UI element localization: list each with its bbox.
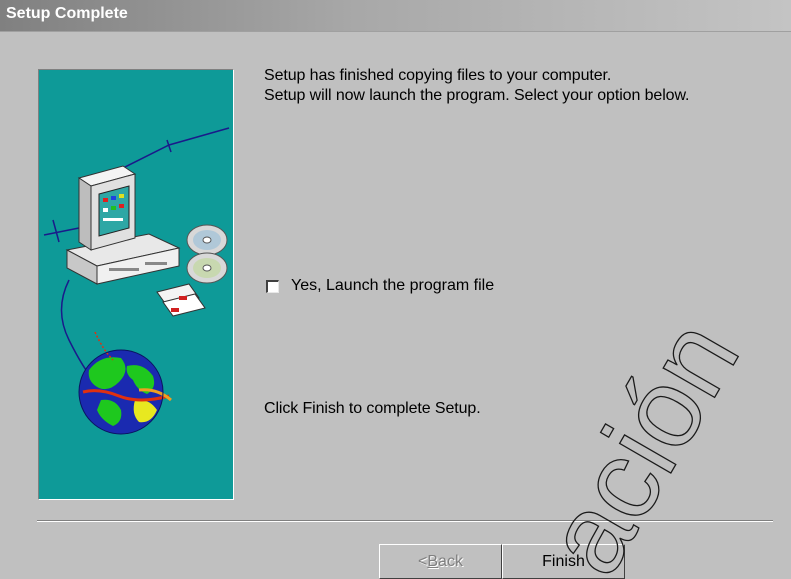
finish-instruction-text: Click Finish to complete Setup. bbox=[264, 400, 481, 417]
globe-icon bbox=[78, 331, 172, 435]
cd-icon bbox=[186, 224, 228, 284]
setup-message-line-2: Setup will now launch the program. Selec… bbox=[264, 87, 690, 104]
setup-banner-image bbox=[38, 69, 234, 500]
watermark-text: ación bbox=[521, 300, 763, 579]
setup-message-line-1: Setup has finished copying files to your… bbox=[264, 67, 612, 84]
title-bar[interactable]: Setup Complete bbox=[0, 0, 791, 32]
launch-program-label[interactable]: Yes, Launch the program file bbox=[291, 277, 494, 295]
back-button[interactable]: < Back bbox=[379, 544, 502, 579]
launch-program-checkbox[interactable] bbox=[266, 279, 279, 293]
launch-program-option[interactable]: Yes, Launch the program file bbox=[266, 277, 494, 295]
computer-icon bbox=[65, 165, 181, 285]
finish-button[interactable]: Finish bbox=[502, 544, 625, 579]
floppy-icon bbox=[156, 283, 206, 317]
window-title: Setup Complete bbox=[6, 5, 128, 22]
back-access-key: B bbox=[427, 552, 439, 570]
button-separator bbox=[37, 520, 773, 522]
